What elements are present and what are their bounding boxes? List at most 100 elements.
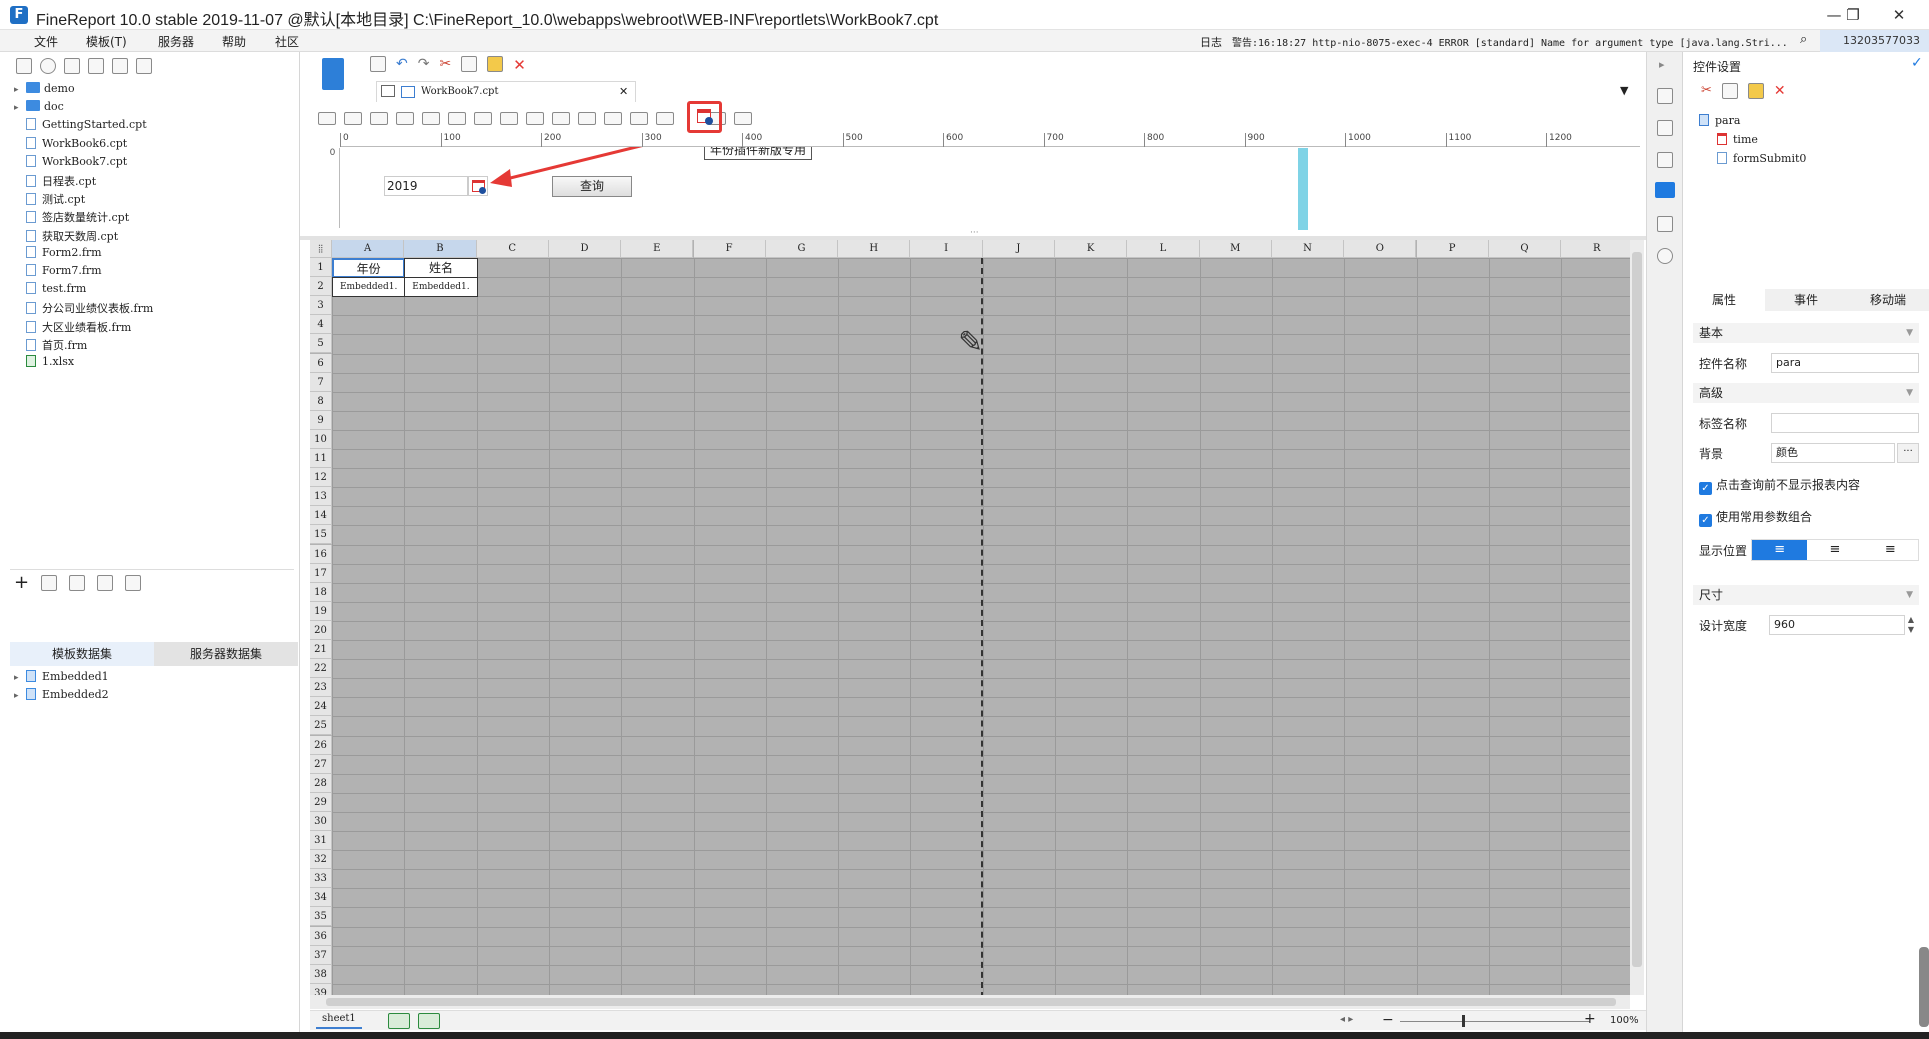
column-header[interactable]: O [1344,240,1417,258]
widget-tool-icon[interactable] [396,111,414,125]
row-header[interactable]: 28 [310,773,332,793]
copy-icon[interactable] [136,58,152,74]
add-poly-sheet-icon[interactable] [418,1013,440,1029]
row-header[interactable]: 39 [310,983,332,995]
hyperlink-icon[interactable] [1657,248,1673,264]
log-label[interactable]: 日志 [1200,34,1222,50]
folder-item[interactable]: ▸ doc [14,100,64,118]
widget-tool-icon[interactable] [474,111,492,125]
widget-tool-icon[interactable] [422,111,440,125]
condition-icon[interactable] [1657,216,1673,232]
cell-b2[interactable]: Embedded1. [404,277,478,298]
cell-element-icon[interactable] [1657,120,1673,136]
folder-item[interactable]: ▸ demo [14,82,75,100]
expand-icon[interactable]: ▸ [14,85,26,95]
section-advanced[interactable]: 高级 ▼ [1693,383,1919,403]
row-header[interactable]: 36 [310,926,332,946]
column-header[interactable]: N [1271,240,1345,258]
row-header[interactable]: 38 [310,964,332,984]
refresh-icon[interactable] [40,58,56,74]
column-header[interactable]: A [332,240,405,258]
row-header[interactable]: 24 [310,697,332,717]
row-header[interactable]: 18 [310,582,332,602]
row-header[interactable]: 27 [310,754,332,774]
dataset-item[interactable]: ▸ Embedded2 [14,688,109,706]
file-item[interactable]: 日程表.cpt [14,173,96,191]
paste-icon[interactable] [487,56,504,72]
width-spinner-icon[interactable]: ▲ ▼ [1905,615,1917,635]
widget-tool-icon[interactable] [318,111,336,125]
panel-paste-icon[interactable] [1747,83,1764,99]
row-header[interactable]: 3 [310,296,332,316]
row-header[interactable]: 29 [310,792,332,812]
column-header[interactable]: H [838,240,911,258]
file-item[interactable]: Form2.frm [14,245,102,264]
panel-scrollbar[interactable] [1919,947,1929,1027]
section-basic[interactable]: 基本 ▼ [1693,323,1919,343]
column-header[interactable]: L [1127,240,1200,258]
file-item[interactable]: test.frm [14,282,86,300]
section-size[interactable]: 尺寸 ▼ [1693,585,1919,605]
row-header[interactable]: 7 [310,372,332,392]
add-sheet-icon[interactable] [388,1013,410,1029]
row-header[interactable]: 16 [310,544,332,564]
tab-close-icon[interactable]: ✕ [619,85,628,98]
column-header[interactable]: J [982,240,1055,258]
redo-icon[interactable]: ↷ [418,56,430,74]
checkbox-hide-before-query[interactable]: ✓ 点击查询前不显示报表内容 [1699,476,1860,495]
row-header[interactable]: 32 [310,850,332,870]
row-header[interactable]: 19 [310,601,332,621]
row-header[interactable]: 23 [310,678,332,698]
column-header[interactable]: D [548,240,622,258]
undo-icon[interactable]: ↶ [396,56,408,74]
row-header[interactable]: 37 [310,945,332,965]
file-item[interactable]: 首页.frm [14,337,87,355]
menu-file[interactable]: 文件 [34,33,58,50]
align-right-icon[interactable]: ≡ [1863,540,1918,560]
column-header[interactable]: P [1416,240,1489,258]
search-icon[interactable]: ⌕ [1800,32,1807,47]
row-header[interactable]: 31 [310,831,332,850]
add-icon[interactable]: + [14,572,29,593]
column-header[interactable]: R [1561,240,1630,258]
horizontal-scrollbar[interactable] [310,995,1630,1009]
widget-tool-icon[interactable] [370,111,388,125]
zoom-out-icon[interactable]: − [1382,1012,1394,1028]
row-header[interactable]: 30 [310,811,332,831]
row-header[interactable]: 12 [310,468,332,488]
column-header[interactable]: C [476,240,549,258]
lock-icon[interactable] [88,58,104,74]
widget-name-input[interactable]: para [1771,353,1919,373]
row-header[interactable]: 10 [310,429,332,449]
panel-copy-icon[interactable] [1721,83,1738,99]
checkbox-param-combo[interactable]: ✓ 使用常用参数组合 [1699,508,1812,527]
select-all-corner[interactable]: ⣿ [310,240,332,258]
vertical-scrollbar[interactable] [1630,240,1644,995]
column-header[interactable]: B [404,240,477,258]
trash-icon[interactable] [69,574,86,591]
file-item[interactable]: 测试.cpt [14,191,85,209]
widget-tree-time[interactable]: time [1717,133,1758,151]
menu-server[interactable]: 服务器 [158,33,194,50]
tag-name-input[interactable] [1771,413,1919,433]
widget-tool-icon[interactable] [448,111,466,125]
row-header[interactable]: 33 [310,869,332,889]
edit-icon[interactable] [41,574,58,591]
tab-template-dataset[interactable]: 模板数据集 [10,642,154,666]
row-header[interactable]: 21 [310,640,332,659]
file-item[interactable]: Form7.frm [14,264,102,282]
widget-tool-icon[interactable] [604,111,622,125]
column-header[interactable]: I [910,240,983,258]
file-item[interactable]: 签店数量统计.cpt [14,209,129,227]
dataset-item[interactable]: ▸ Embedded1 [14,670,109,688]
row-header[interactable]: 13 [310,487,332,507]
widget-tool-icon[interactable] [578,111,596,125]
params-icon[interactable] [125,574,142,591]
more-icon[interactable]: ··· [1897,443,1919,463]
tab-properties[interactable]: 属性 [1683,289,1765,311]
row-header[interactable]: 20 [310,620,332,640]
close-button[interactable]: ✕ [1876,0,1922,30]
column-header[interactable]: M [1199,240,1272,258]
cut-icon[interactable]: ✂ [439,56,451,74]
tab-workbook7[interactable]: WorkBook7.cpt ✕ [376,81,636,102]
